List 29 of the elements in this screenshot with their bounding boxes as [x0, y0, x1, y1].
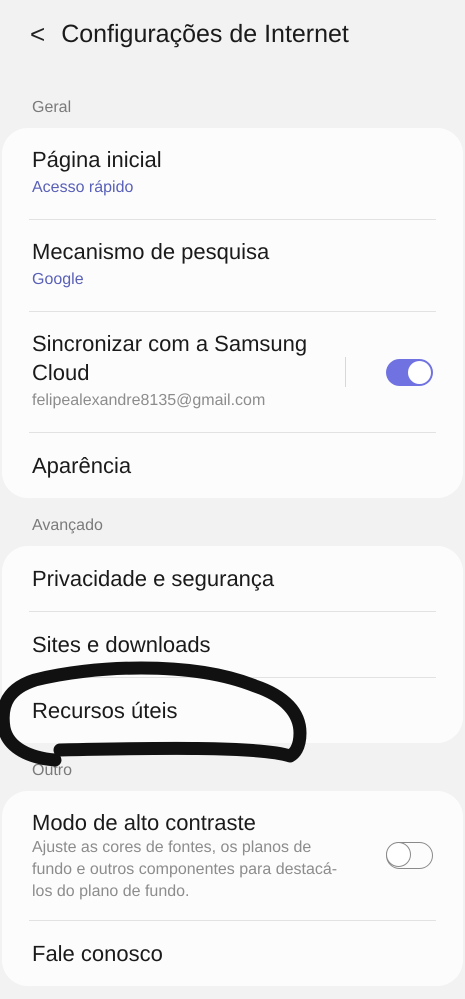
row-subtitle: Ajuste as cores de fontes, os planos de fundo e outros componentes para destacá-los do plano de fundo. [32, 838, 338, 902]
settings-row[interactable]: Sites e downloads [2, 612, 463, 677]
section-label: Avançado [31, 516, 104, 536]
settings-row[interactable]: Privacidade e segurança [2, 546, 463, 611]
row-subtitle: Acesso rápido [32, 178, 134, 198]
section-label: Geral [31, 98, 72, 118]
settings-row[interactable]: Recursos úteis [2, 678, 463, 743]
row-title: Privacidade e segurança [32, 565, 276, 593]
row-subtitle: Google [32, 270, 85, 290]
back-button[interactable]: < [30, 19, 46, 49]
row-subtitle: felipealexandre8135@gmail.com [32, 391, 266, 411]
section-label: Outro [31, 761, 74, 781]
settings-row[interactable]: Página inicial Acesso rápido [2, 128, 463, 219]
row-title: Mecanismo de pesquisa [32, 238, 270, 266]
row-title: Recursos úteis [32, 697, 179, 725]
settings-row[interactable]: Mecanismo de pesquisa Google [2, 220, 463, 311]
page-title: Configurações de Internet [61, 20, 349, 48]
settings-row[interactable]: Sincronizar com a Samsung Cloud felipealexandre8135@gmail.com [2, 312, 463, 432]
row-title: Modo de alto contraste [32, 809, 257, 837]
settings-row[interactable]: Fale conosco [2, 921, 463, 986]
settings-row[interactable]: Modo de alto contraste Ajuste as cores de fontes, os planos de fundo e outros componentes para destacá-los do plano de fundo. [2, 791, 463, 920]
toggle-switch[interactable] [386, 358, 433, 386]
toggle-switch[interactable] [386, 842, 433, 869]
settings-row[interactable]: Aparência [2, 433, 463, 498]
row-title: Sincronizar com a Samsung Cloud [32, 330, 308, 387]
row-title: Aparência [32, 452, 132, 480]
row-title: Sites e downloads [32, 631, 212, 659]
row-title: Fale conosco [32, 940, 164, 968]
row-title: Página inicial [32, 146, 163, 174]
